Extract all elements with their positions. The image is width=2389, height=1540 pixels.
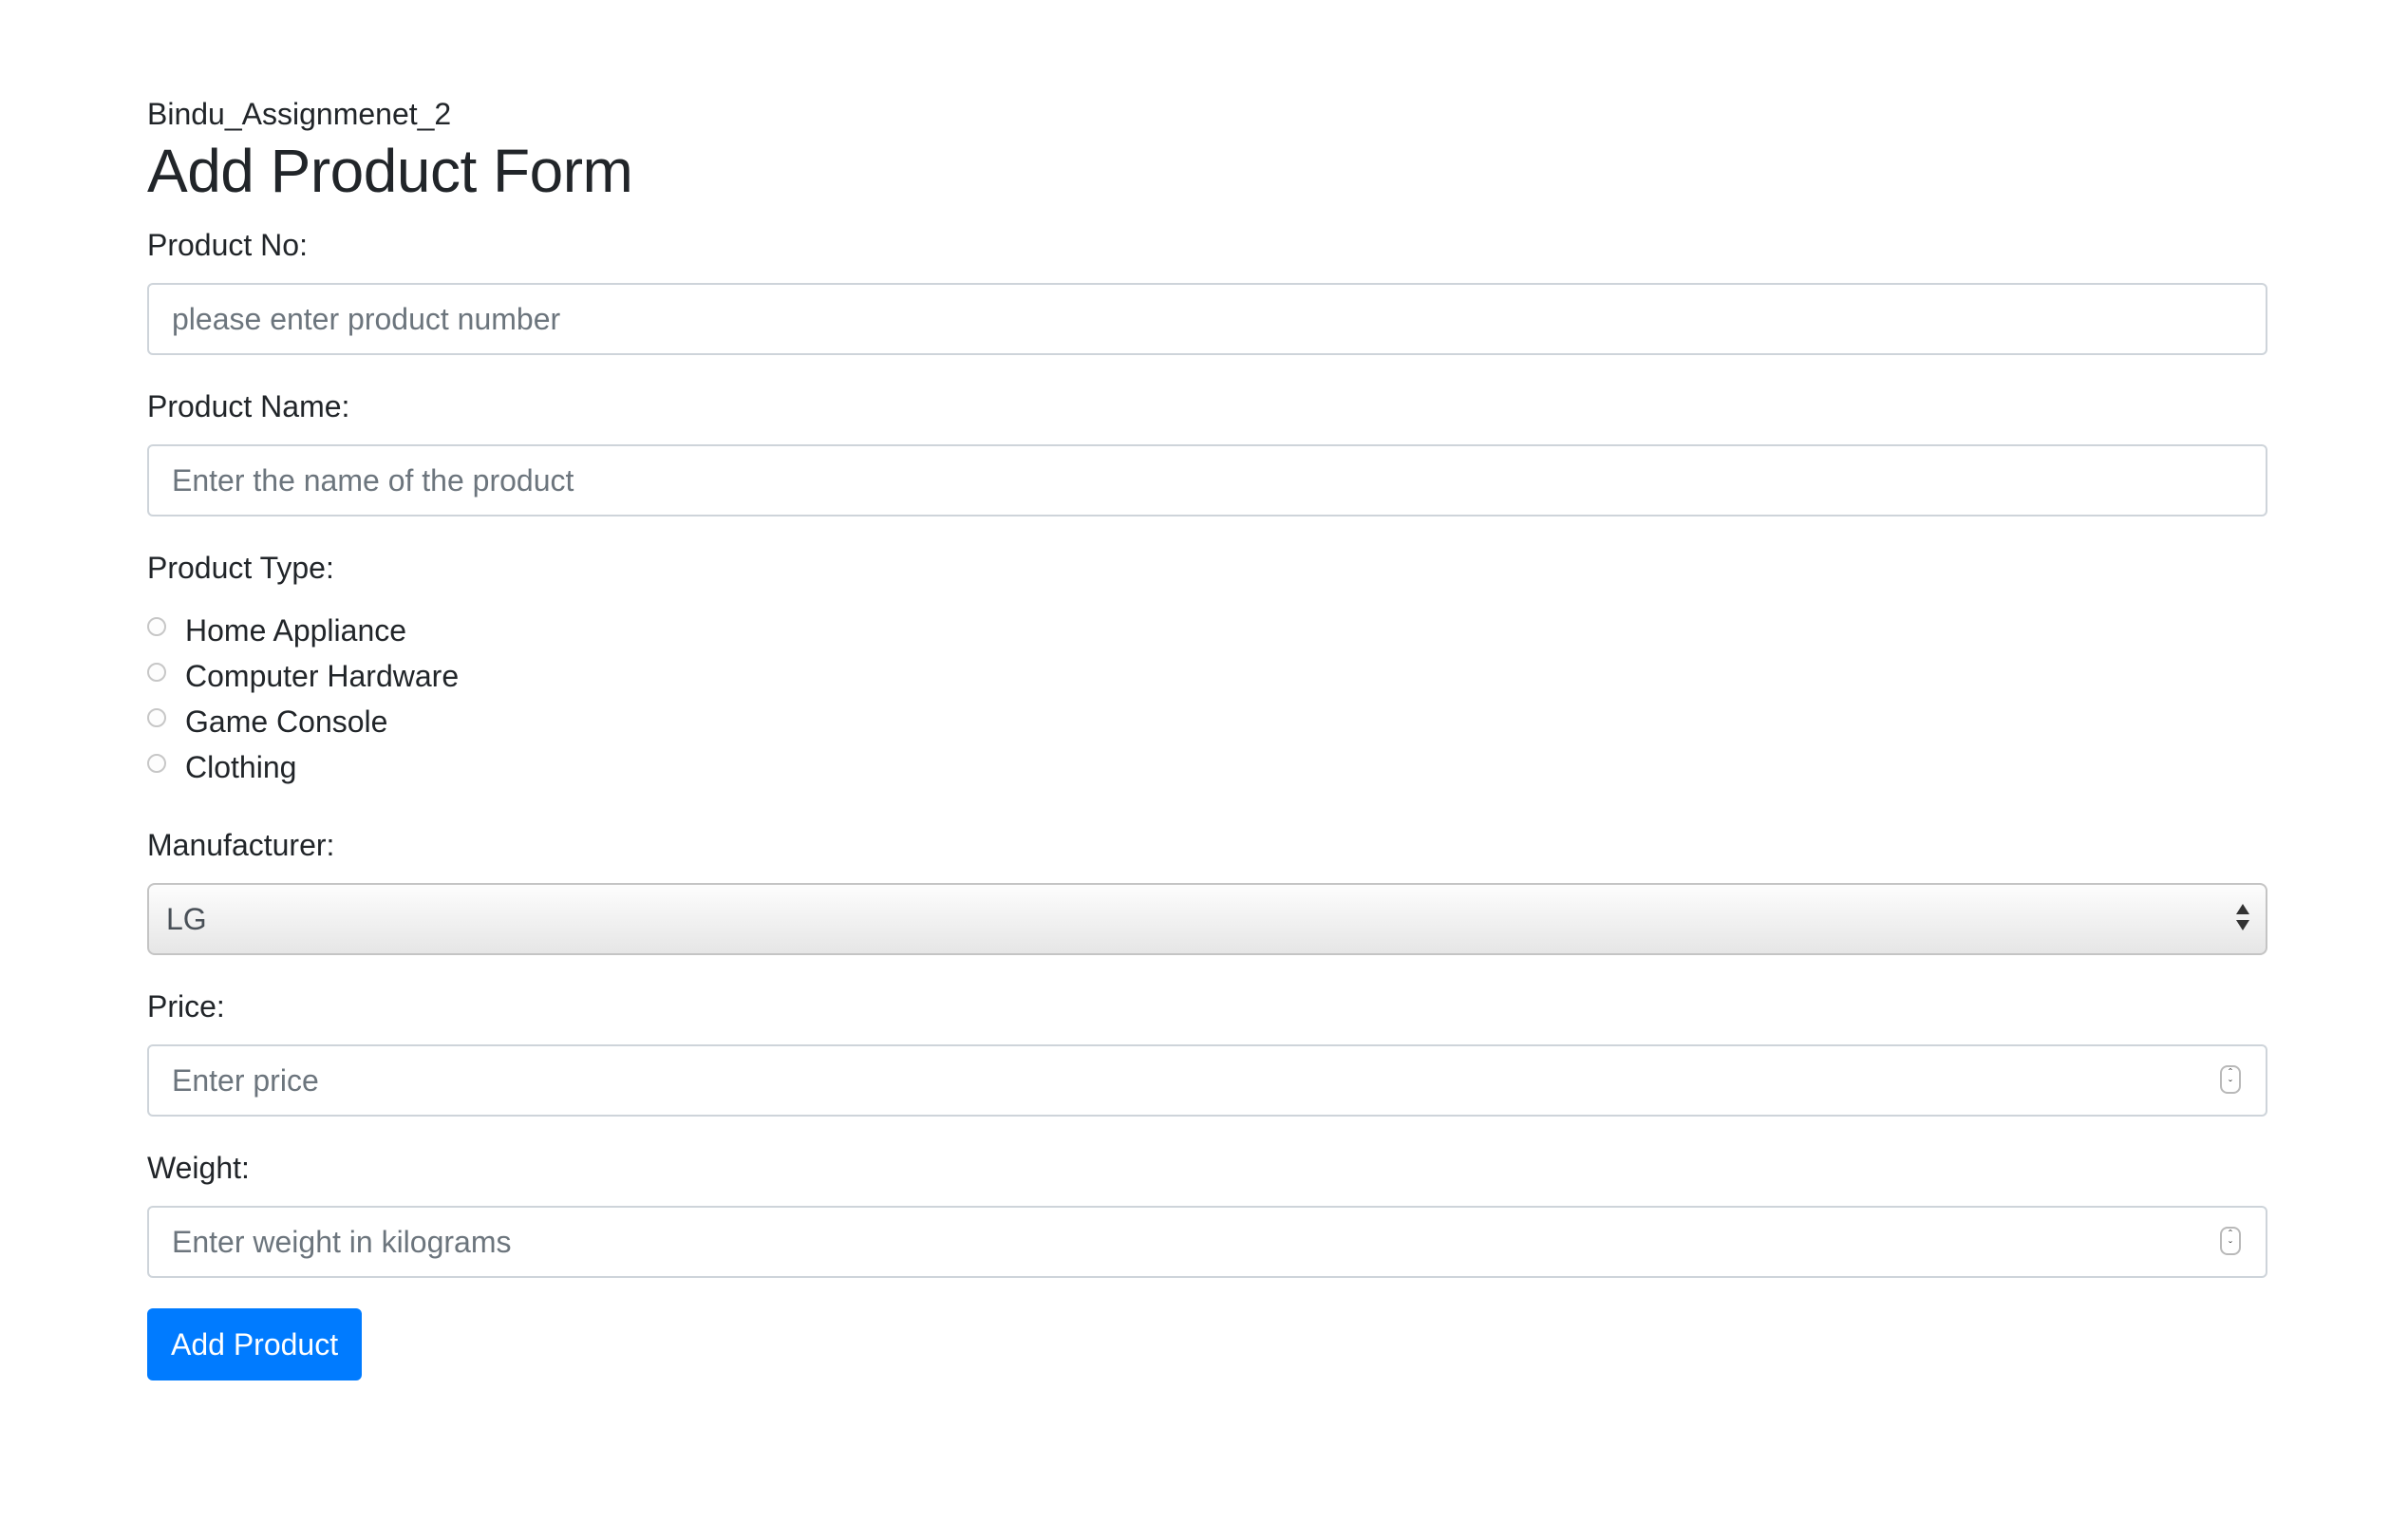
radio-label[interactable]: Home Appliance [185,611,406,649]
radio-button[interactable] [147,708,166,727]
product-name-input[interactable] [147,444,2267,516]
product-type-radio-group: Home Appliance Computer Hardware Game Co… [147,608,2267,790]
price-spinner-icon[interactable]: ˆˇ [2220,1065,2241,1094]
manufacturer-select[interactable]: LG [147,883,2267,955]
app-subtitle: Bindu_Assignmenet_2 [147,97,452,131]
manufacturer-group: Manufacturer: LG [147,826,2267,955]
weight-spinner-icon[interactable]: ˆˇ [2220,1227,2241,1255]
product-no-input[interactable] [147,283,2267,355]
radio-label[interactable]: Clothing [185,748,296,786]
weight-label: Weight: [147,1151,250,1185]
radio-button[interactable] [147,663,166,682]
radio-button[interactable] [147,617,166,636]
radio-option-game-console[interactable]: Game Console [147,699,2267,744]
radio-option-home-appliance[interactable]: Home Appliance [147,608,2267,653]
product-name-label: Product Name: [147,389,350,423]
radio-label[interactable]: Game Console [185,703,387,741]
radio-label[interactable]: Computer Hardware [185,657,459,695]
price-group: Price: ˆˇ [147,987,2267,1117]
radio-option-clothing[interactable]: Clothing [147,744,2267,790]
price-input[interactable] [147,1044,2267,1117]
radio-option-computer-hardware[interactable]: Computer Hardware [147,653,2267,699]
price-label: Price: [147,989,225,1024]
product-no-label: Product No: [147,228,308,262]
select-arrows-icon [2233,902,2252,936]
add-product-button[interactable]: Add Product [147,1308,363,1380]
weight-input[interactable] [147,1206,2267,1278]
form-container: Bindu_Assignmenet_2 Add Product Form Pro… [147,93,2267,1380]
weight-group: Weight: ˆˇ [147,1149,2267,1278]
page-title: Add Product Form [147,137,633,205]
manufacturer-label: Manufacturer: [147,828,335,862]
product-type-label: Product Type: [147,551,334,585]
product-name-group: Product Name: [147,387,2267,516]
product-type-group: Product Type: Home Appliance Computer Ha… [147,549,2267,790]
product-no-group: Product No: [147,226,2267,355]
radio-button[interactable] [147,754,166,773]
manufacturer-selected-value: LG [166,902,207,936]
